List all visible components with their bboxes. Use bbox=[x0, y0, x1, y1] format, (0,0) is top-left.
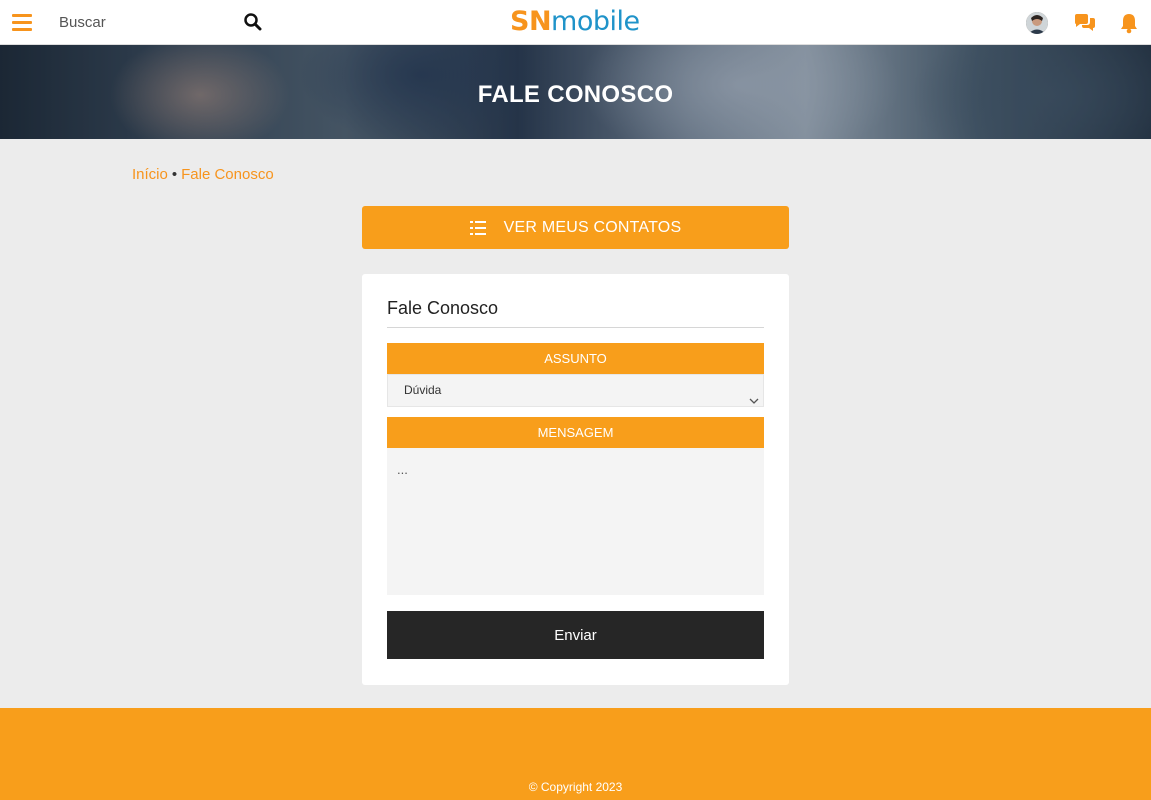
submit-button[interactable]: Enviar bbox=[387, 611, 764, 659]
breadcrumb-separator: • bbox=[171, 166, 178, 183]
chat-icon[interactable] bbox=[1074, 13, 1096, 33]
search-icon[interactable] bbox=[243, 12, 263, 32]
message-label: MENSAGEM bbox=[387, 417, 764, 448]
message-textarea[interactable] bbox=[387, 448, 764, 595]
view-contacts-label: VER MEUS CONTATOS bbox=[503, 218, 682, 236]
page-footer: © Copyright 2023 bbox=[0, 708, 1151, 800]
list-icon bbox=[469, 220, 486, 235]
form-divider bbox=[387, 327, 764, 328]
bell-icon[interactable] bbox=[1119, 12, 1139, 34]
page-banner: FALE CONOSCO bbox=[0, 45, 1151, 139]
view-contacts-button[interactable]: VER MEUS CONTATOS bbox=[362, 206, 789, 249]
top-navbar: SNmobile bbox=[0, 0, 1151, 45]
logo-part-sn: SN bbox=[510, 6, 552, 37]
chevron-down-icon bbox=[749, 386, 759, 404]
menu-icon[interactable] bbox=[12, 13, 32, 31]
subject-selected-value: Dúvida bbox=[404, 383, 442, 397]
breadcrumb-home-link[interactable]: Início bbox=[132, 166, 168, 183]
search-input[interactable] bbox=[48, 8, 268, 36]
form-title: Fale Conosco bbox=[387, 298, 499, 318]
subject-label: ASSUNTO bbox=[387, 343, 764, 374]
subject-select[interactable]: Dúvida bbox=[387, 374, 764, 407]
banner-title: FALE CONOSCO bbox=[477, 81, 674, 108]
breadcrumb-current-link[interactable]: Fale Conosco bbox=[181, 166, 274, 183]
contact-form-card: Fale Conosco ASSUNTO Dúvida MENSAGEM Env… bbox=[362, 274, 789, 685]
brand-logo[interactable]: SNmobile bbox=[510, 6, 650, 38]
user-avatar[interactable] bbox=[1026, 12, 1048, 34]
logo-part-mobile: mobile bbox=[551, 6, 640, 37]
footer-copyright: © Copyright 2023 bbox=[528, 780, 623, 794]
breadcrumb: Início • Fale Conosco bbox=[132, 166, 274, 183]
